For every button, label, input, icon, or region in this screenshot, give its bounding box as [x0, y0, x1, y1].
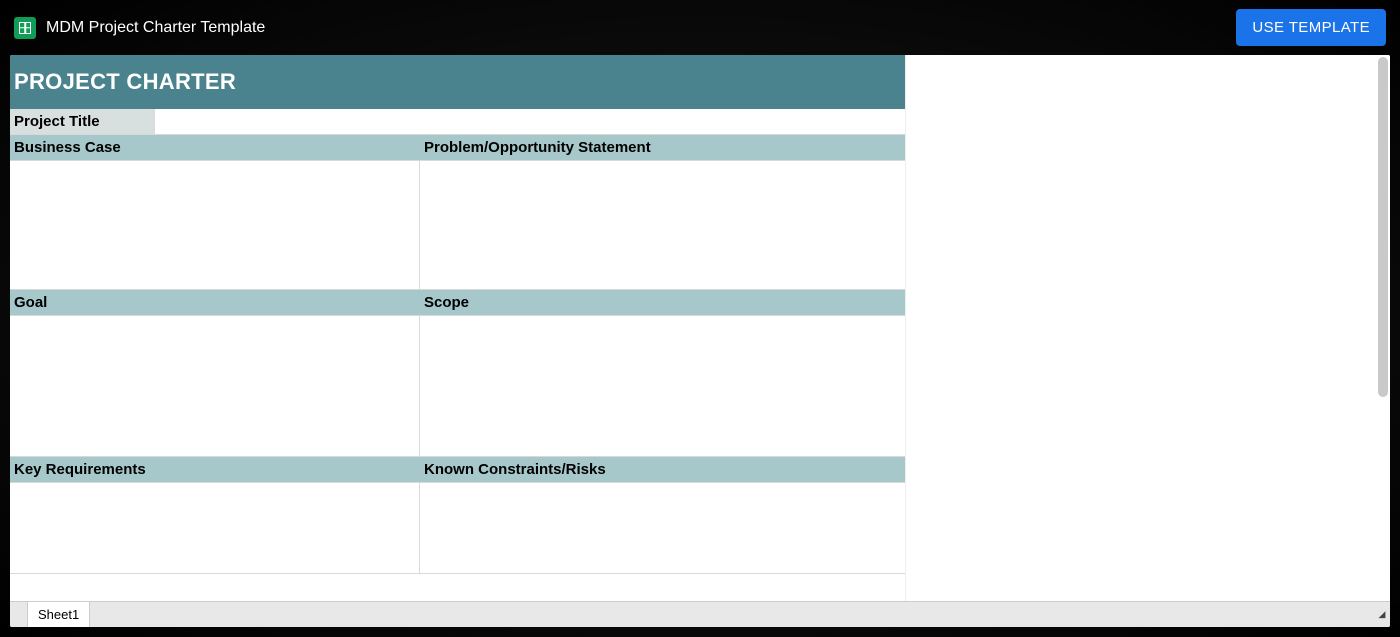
sheet-tab[interactable]: Sheet1: [28, 602, 90, 627]
sheets-icon: [14, 17, 36, 39]
section-content-row-1: [10, 161, 905, 290]
scope-header: Scope: [420, 290, 905, 315]
document-title: MDM Project Charter Template: [46, 19, 265, 37]
known-constraints-cell[interactable]: [420, 483, 905, 573]
business-case-cell[interactable]: [10, 161, 420, 289]
project-title-row: Project Title: [10, 109, 905, 135]
key-requirements-cell[interactable]: [10, 483, 420, 573]
use-template-button[interactable]: USE TEMPLATE: [1236, 9, 1386, 46]
section-content-row-2: [10, 316, 905, 457]
grid[interactable]: PROJECT CHARTER Project Title Business C…: [10, 55, 905, 601]
section-header-row-3: Key Requirements Known Constraints/Risks: [10, 457, 905, 483]
resize-handle-icon[interactable]: ◢: [1374, 602, 1390, 627]
sheet-footer: Sheet1 ◢: [10, 601, 1390, 627]
business-case-header: Business Case: [10, 135, 420, 160]
project-title-label: Project Title: [10, 109, 155, 134]
header-bar: MDM Project Charter Template USE TEMPLAT…: [0, 0, 1400, 55]
project-title-value[interactable]: [155, 109, 905, 134]
goal-header: Goal: [10, 290, 420, 315]
app-window: MDM Project Charter Template USE TEMPLAT…: [0, 0, 1400, 637]
footer-spacer: [10, 602, 28, 627]
problem-opportunity-cell[interactable]: [420, 161, 905, 289]
spreadsheet-area: PROJECT CHARTER Project Title Business C…: [10, 55, 1390, 627]
known-constraints-header: Known Constraints/Risks: [420, 457, 905, 482]
section-content-row-3: [10, 483, 905, 574]
section-header-row-1: Business Case Problem/Opportunity Statem…: [10, 135, 905, 161]
footer-fill: [90, 602, 1374, 627]
title-banner: PROJECT CHARTER: [10, 55, 905, 109]
key-requirements-header: Key Requirements: [10, 457, 420, 482]
scope-cell[interactable]: [420, 316, 905, 456]
header-left: MDM Project Charter Template: [14, 17, 265, 39]
goal-cell[interactable]: [10, 316, 420, 456]
right-panel: [905, 55, 1390, 601]
problem-opportunity-header: Problem/Opportunity Statement: [420, 135, 905, 160]
vertical-scrollbar[interactable]: [1378, 57, 1388, 397]
section-header-row-2: Goal Scope: [10, 290, 905, 316]
sheet-body: PROJECT CHARTER Project Title Business C…: [10, 55, 1390, 601]
